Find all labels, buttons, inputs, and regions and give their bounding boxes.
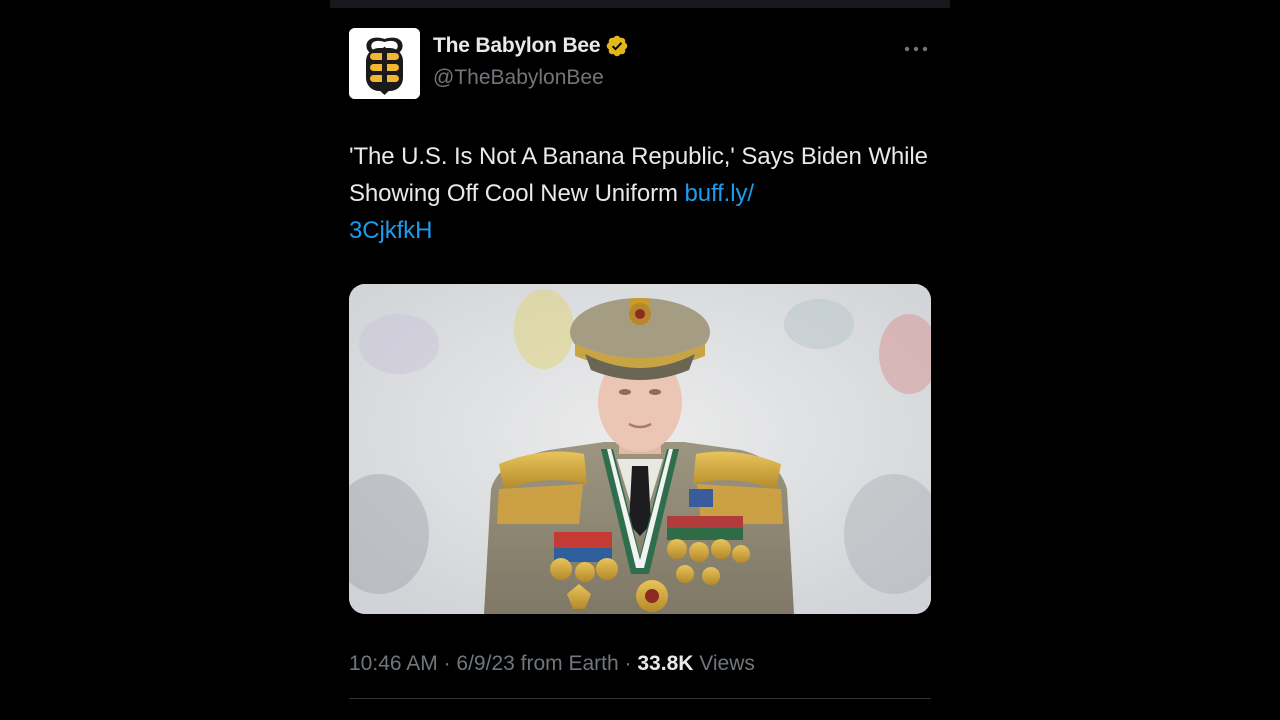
tweet-text: 'The U.S. Is Not A Banana Republic,' Say… xyxy=(349,138,931,249)
tweet-link-part1: buff.ly/ xyxy=(684,180,754,207)
tweet-text-body: 'The U.S. Is Not A Banana Republic,' Say… xyxy=(349,143,928,207)
tweet-date[interactable]: 6/9/23 xyxy=(456,652,514,675)
meta-separator: · xyxy=(443,652,451,675)
views-count: 33.8K xyxy=(637,652,694,675)
meta-separator: · xyxy=(624,652,632,675)
tweet-meta: 10:46 AM · 6/9/23 from Earth · 33.8K Vie… xyxy=(349,652,755,676)
author-name-row: The Babylon Bee xyxy=(433,34,629,58)
verified-badge-icon[interactable] xyxy=(605,34,629,58)
divider xyxy=(349,698,931,699)
previous-tweet-edge xyxy=(330,0,950,8)
bee-logo-icon xyxy=(349,28,420,99)
tweet[interactable]: The Babylon Bee @TheBabylonBee 'The U.S.… xyxy=(349,28,931,720)
author-name[interactable]: The Babylon Bee xyxy=(433,34,601,58)
author-handle[interactable]: @TheBabylonBee xyxy=(433,66,604,90)
more-options-button[interactable] xyxy=(901,38,931,60)
tweet-source: from Earth xyxy=(520,652,619,675)
more-options-icon xyxy=(904,46,928,52)
tweet-link-part2: 3CjkfkH xyxy=(349,217,433,244)
tweet-time[interactable]: 10:46 AM xyxy=(349,652,438,675)
tweet-photo[interactable] xyxy=(349,284,931,614)
avatar[interactable] xyxy=(349,28,420,99)
photo-military-uniform-portrait xyxy=(349,284,931,614)
views-label: Views xyxy=(699,652,755,675)
